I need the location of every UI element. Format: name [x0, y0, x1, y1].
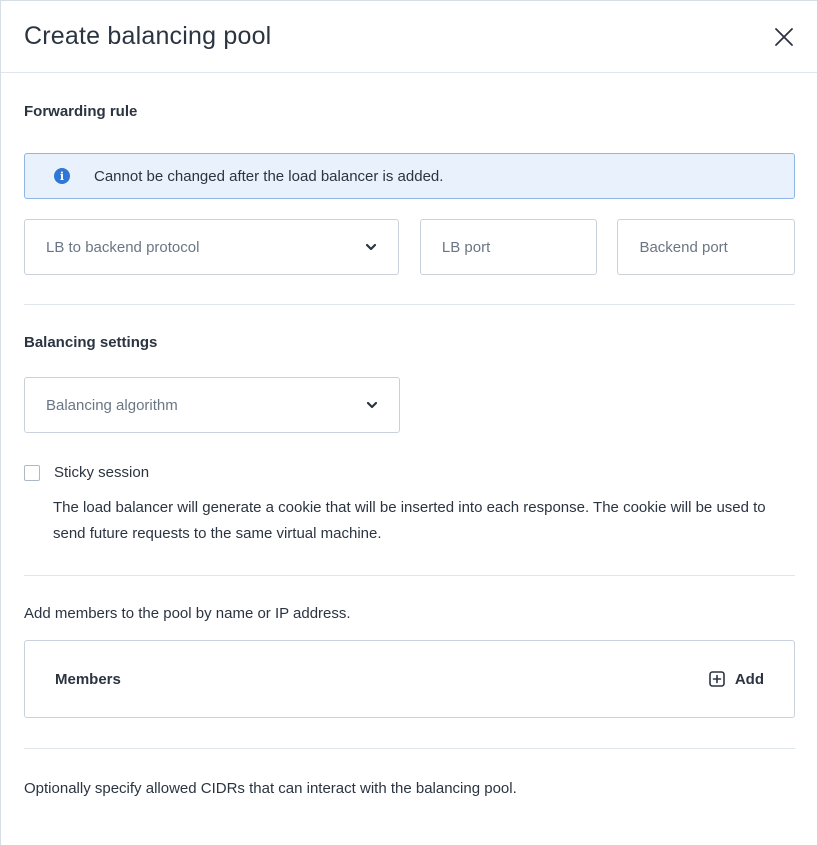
members-label: Members — [55, 670, 121, 688]
add-member-label: Add — [734, 670, 764, 688]
lb-port-input[interactable]: LB port — [419, 219, 598, 275]
plus-square-icon — [709, 671, 725, 687]
balancing-algorithm-placeholder: Balancing algorithm — [46, 396, 178, 414]
backend-port-input[interactable]: Backend port — [617, 219, 795, 275]
dialog-body: Forwarding rule i Cannot be changed afte… — [1, 73, 817, 797]
dialog-title: Create balancing pool — [24, 22, 272, 50]
balancing-fields-row: Balancing algorithm — [24, 377, 795, 433]
members-panel: Members Add — [24, 640, 795, 718]
balancing-algorithm-select[interactable]: Balancing algorithm — [24, 377, 400, 433]
forwarding-rule-title: Forwarding rule — [24, 103, 138, 120]
protocol-select[interactable]: LB to backend protocol — [24, 219, 399, 275]
members-intro: Add members to the pool by name or IP ad… — [24, 605, 351, 622]
chevron-down-icon — [365, 243, 376, 251]
cidrs-intro: Optionally specify allowed CIDRs that ca… — [24, 780, 517, 797]
sticky-session-checkbox[interactable] — [24, 464, 40, 481]
sticky-session-label[interactable]: Sticky session — [54, 464, 149, 481]
close-icon — [775, 27, 793, 46]
info-icon: i — [54, 168, 70, 184]
sticky-session-row: Sticky session — [24, 464, 795, 481]
close-button[interactable] — [767, 20, 801, 54]
chevron-down-icon — [366, 401, 378, 409]
backend-port-placeholder: Backend port — [639, 238, 728, 256]
info-banner-text: Cannot be changed after the load balance… — [94, 167, 444, 185]
dialog-header: Create balancing pool — [1, 1, 817, 73]
lb-port-placeholder: LB port — [441, 238, 491, 256]
create-balancing-pool-dialog: Create balancing pool Forwarding rule i … — [0, 0, 817, 845]
sticky-session-help: The load balancer will generate a cookie… — [53, 499, 766, 542]
balancing-settings-title: Balancing settings — [24, 334, 158, 351]
info-banner: i Cannot be changed after the load balan… — [24, 153, 795, 199]
forwarding-fields-row: LB to backend protocol LB port Backend p… — [24, 219, 795, 275]
protocol-select-placeholder: LB to backend protocol — [46, 238, 200, 256]
add-member-button[interactable]: Add — [709, 671, 764, 688]
